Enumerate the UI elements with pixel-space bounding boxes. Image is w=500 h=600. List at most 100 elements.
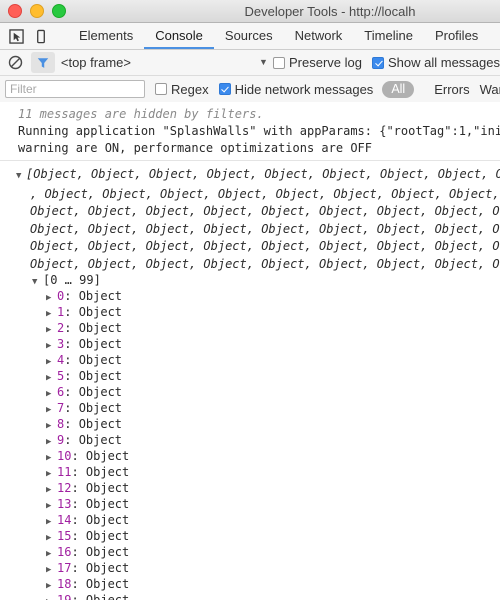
array-item-separator: : <box>64 417 79 431</box>
tab-resources[interactable]: Resour <box>489 23 500 49</box>
array-item-row[interactable]: ▶ 7: Object <box>0 401 500 417</box>
triangle-right-icon[interactable]: ▶ <box>46 579 57 593</box>
window-titlebar: Developer Tools - http://localh <box>0 0 500 23</box>
triangle-right-icon[interactable]: ▶ <box>46 515 57 529</box>
array-item-row[interactable]: ▶ 4: Object <box>0 353 500 369</box>
array-item-row[interactable]: ▶ 17: Object <box>0 561 500 577</box>
tab-network[interactable]: Network <box>284 23 354 49</box>
device-toolbar-icon[interactable] <box>30 26 52 46</box>
inspect-element-icon[interactable] <box>5 26 27 46</box>
array-item-separator: : <box>71 529 86 543</box>
array-item-row[interactable]: ▶ 0: Object <box>0 289 500 305</box>
filter-input[interactable] <box>5 80 145 98</box>
console-log-line: warning are ON, performance optimization… <box>18 141 373 155</box>
array-item-row[interactable]: ▶ 12: Object <box>0 481 500 497</box>
array-item-row[interactable]: ▶ 15: Object <box>0 529 500 545</box>
maximize-button[interactable] <box>52 4 66 18</box>
array-preview-line: Object, Object, Object, Object, Object, … <box>30 204 500 218</box>
array-preview-line: Object, Object, Object, Object, Object, … <box>30 221 500 236</box>
array-item-row[interactable]: ▶ 18: Object <box>0 577 500 593</box>
array-item-index: 13 <box>57 497 72 511</box>
hide-network-messages-checkbox-box <box>218 83 231 95</box>
array-item-row[interactable]: ▶ 11: Object <box>0 465 500 481</box>
array-item-separator: : <box>64 433 79 447</box>
triangle-right-icon[interactable]: ▶ <box>46 371 57 385</box>
filter-funnel-icon[interactable] <box>31 52 55 73</box>
array-item-row[interactable]: ▶ 8: Object <box>0 417 500 433</box>
array-item-row[interactable]: ▶ 3: Object <box>0 337 500 353</box>
frame-selector-label: <top frame> <box>60 55 131 70</box>
array-item-row[interactable]: ▶ 1: Object <box>0 305 500 321</box>
triangle-right-icon[interactable]: ▶ <box>46 595 57 600</box>
tab-timeline[interactable]: Timeline <box>353 23 424 49</box>
array-range-row[interactable]: ▼ [0 … 99] <box>0 273 500 289</box>
preserve-log-checkbox[interactable]: Preserve log <box>273 55 362 70</box>
regex-checkbox[interactable]: Regex <box>155 82 209 97</box>
array-item-row[interactable]: ▶ 2: Object <box>0 321 500 337</box>
show-all-messages-checkbox-box <box>372 56 384 69</box>
triangle-right-icon[interactable]: ▶ <box>46 339 57 353</box>
array-item-row[interactable]: ▶ 5: Object <box>0 369 500 385</box>
array-preview-line: , Object, Object, Object, Object, Object… <box>30 186 500 201</box>
level-filter-errors[interactable]: Errors <box>434 82 469 97</box>
triangle-right-icon[interactable]: ▶ <box>46 499 57 513</box>
array-preview-line: Object, Object, Object, Object, Object, … <box>30 239 500 253</box>
triangle-right-icon[interactable]: ▶ <box>46 435 57 449</box>
array-item-separator: : <box>64 369 79 383</box>
triangle-right-icon[interactable]: ▶ <box>46 323 57 337</box>
triangle-down-icon[interactable]: ▼ <box>16 168 26 186</box>
triangle-right-icon[interactable]: ▶ <box>46 291 57 305</box>
tab-profiles[interactable]: Profiles <box>424 23 489 49</box>
array-item-separator: : <box>71 545 86 559</box>
tab-sources[interactable]: Sources <box>214 23 284 49</box>
array-item-separator: : <box>64 385 79 399</box>
array-item-index: 11 <box>57 465 72 479</box>
minimize-button[interactable] <box>30 4 44 18</box>
array-item-value: Object <box>85 529 130 543</box>
triangle-right-icon[interactable]: ▶ <box>46 531 57 545</box>
array-item-value: Object <box>85 513 130 527</box>
array-item-row[interactable]: ▶ 13: Object <box>0 497 500 513</box>
array-item-row[interactable]: ▶ 9: Object <box>0 433 500 449</box>
show-all-messages-checkbox[interactable]: Show all messages <box>372 55 500 70</box>
clear-console-icon[interactable] <box>4 52 27 73</box>
window-title: Developer Tools - http://localh <box>244 3 416 19</box>
array-item-row[interactable]: ▶ 14: Object <box>0 513 500 529</box>
triangle-down-icon[interactable]: ▼ <box>32 275 43 289</box>
hide-network-messages-checkbox[interactable]: Hide network messages <box>218 82 373 97</box>
array-preview-text: [Object, Object, Object, Object, Object,… <box>26 167 500 181</box>
array-item-separator: : <box>64 305 79 319</box>
triangle-right-icon[interactable]: ▶ <box>46 563 57 577</box>
array-item-value: Object <box>78 321 123 335</box>
triangle-right-icon[interactable]: ▶ <box>46 355 57 369</box>
close-button[interactable] <box>8 4 22 18</box>
triangle-right-icon[interactable]: ▶ <box>46 547 57 561</box>
frame-selector[interactable]: <top frame> ▼ <box>60 55 268 70</box>
array-item-value: Object <box>85 497 130 511</box>
level-filter-warnings[interactable]: Warning <box>480 82 500 97</box>
triangle-right-icon[interactable]: ▶ <box>46 419 57 433</box>
array-item-value: Object <box>78 305 123 319</box>
console-array-entry[interactable]: ▼ [Object, Object, Object, Object, Object… <box>0 161 500 600</box>
array-item-index: 12 <box>57 481 72 495</box>
tab-console[interactable]: Console <box>144 23 214 49</box>
triangle-right-icon[interactable]: ▶ <box>46 307 57 321</box>
array-item-row[interactable]: ▶ 16: Object <box>0 545 500 561</box>
console-output-panel[interactable]: 11 messages are hidden by filters. Runni… <box>0 102 500 600</box>
triangle-right-icon[interactable]: ▶ <box>46 467 57 481</box>
developer-tools-window: Developer Tools - http://localh Elements… <box>0 0 500 600</box>
level-filter-all[interactable]: All <box>382 80 415 98</box>
array-item-row[interactable]: ▶ 6: Object <box>0 385 500 401</box>
array-item-index: 16 <box>57 545 72 559</box>
array-item-row[interactable]: ▶19: Object <box>0 593 500 600</box>
triangle-right-icon[interactable]: ▶ <box>46 451 57 465</box>
triangle-right-icon[interactable]: ▶ <box>46 403 57 417</box>
array-preview-line: Object, Object, Object, Object, Object, … <box>30 256 500 271</box>
array-preview-line[interactable]: ▼ [Object, Object, Object, Object, Object… <box>0 166 500 186</box>
array-item-separator: : <box>71 513 86 527</box>
triangle-right-icon[interactable]: ▶ <box>46 387 57 401</box>
triangle-right-icon[interactable]: ▶ <box>46 483 57 497</box>
console-message-group: 11 messages are hidden by filters. Runni… <box>0 102 500 161</box>
tab-elements[interactable]: Elements <box>68 23 144 49</box>
array-item-row[interactable]: ▶ 10: Object <box>0 449 500 465</box>
